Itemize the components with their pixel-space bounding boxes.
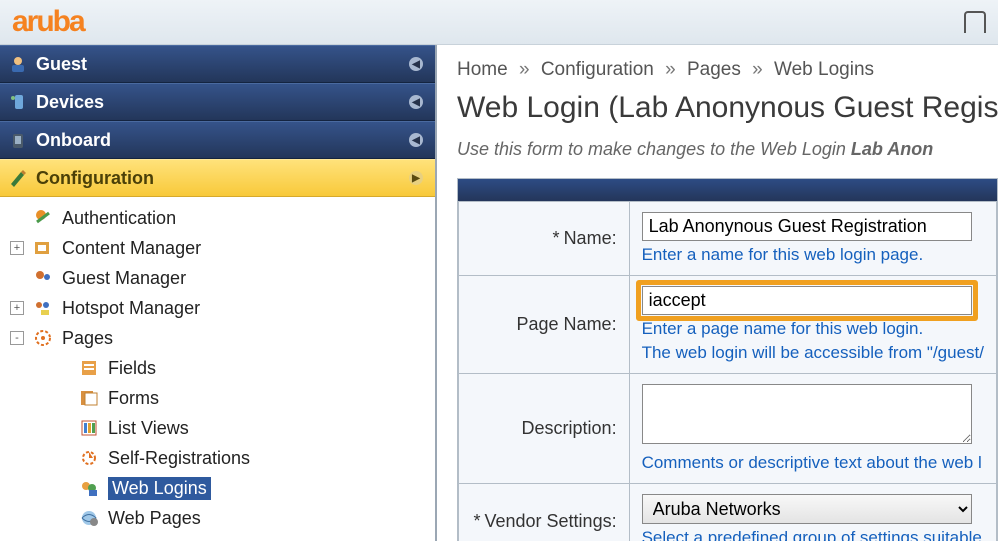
field-label-description: Description:	[459, 374, 630, 484]
auth-icon	[32, 207, 54, 229]
accordion-label: Devices	[36, 92, 104, 113]
chevron-down-icon: ▶	[409, 171, 423, 185]
nav-tree: Authentication + Content Manager Guest M…	[0, 197, 435, 539]
onboard-icon	[8, 130, 28, 150]
header-right-icon	[964, 11, 986, 33]
guest-icon	[8, 54, 28, 74]
breadcrumb-sep: »	[519, 59, 530, 80]
chevron-left-icon: ◀	[409, 133, 423, 147]
accordion-guest[interactable]: Guest ◀	[0, 45, 435, 83]
vendor-select[interactable]: Aruba Networks	[642, 494, 972, 524]
list-icon	[78, 417, 100, 439]
web-logins-icon	[78, 477, 100, 499]
accordion-configuration[interactable]: Configuration ▶	[0, 159, 435, 197]
tree-item-web-logins[interactable]: Web Logins	[4, 473, 435, 503]
accordion-label: Configuration	[36, 168, 154, 189]
form-container: *Name: Enter a name for this web login p…	[457, 178, 998, 541]
tree-item-web-pages[interactable]: Web Pages	[4, 503, 435, 533]
fields-icon	[78, 357, 100, 379]
tree-item-content-manager[interactable]: + Content Manager	[4, 233, 435, 263]
chevron-left-icon: ◀	[409, 57, 423, 71]
tree-expander[interactable]: -	[10, 331, 24, 345]
accordion-label: Guest	[36, 54, 87, 75]
tree-item-list-views[interactable]: List Views	[4, 413, 435, 443]
page-title: Web Login (Lab Anonynous Guest Regist	[457, 91, 998, 125]
sidebar: Guest ◀ Devices ◀ Onboard	[0, 45, 437, 541]
tree-expander	[10, 271, 24, 285]
tree-item-hotspot-manager[interactable]: + Hotspot Manager	[4, 293, 435, 323]
breadcrumb-item[interactable]: Configuration	[541, 59, 654, 80]
tree-expander[interactable]: +	[10, 241, 24, 255]
main-content: Home » Configuration » Pages » Web Login…	[437, 45, 998, 541]
page-description: Use this form to make changes to the Web…	[457, 139, 998, 160]
pencil-icon	[8, 168, 28, 188]
content-icon	[32, 237, 54, 259]
tree-item-authentication[interactable]: Authentication	[4, 203, 435, 233]
breadcrumb-sep: »	[752, 59, 763, 80]
tree-expander	[10, 211, 24, 225]
web-pages-icon	[78, 507, 100, 529]
tree-item-forms[interactable]: Forms	[4, 383, 435, 413]
breadcrumb-item[interactable]: Home	[457, 59, 508, 80]
accordion-devices[interactable]: Devices ◀	[0, 83, 435, 121]
tree-item-self-registrations[interactable]: Self-Registrations	[4, 443, 435, 473]
field-label-vendor: *Vendor Settings:	[459, 484, 630, 541]
brand-logo: aruba	[12, 5, 84, 39]
guest-manager-icon	[32, 267, 54, 289]
helper-text: The web login will be accessible from "/…	[642, 343, 984, 363]
hotspot-icon	[32, 297, 54, 319]
accordion-label: Onboard	[36, 130, 111, 151]
tree-item-fields[interactable]: Fields	[4, 353, 435, 383]
field-label-pagename: Page Name:	[459, 276, 630, 374]
field-label-name: *Name:	[459, 202, 630, 276]
helper-text: Comments or descriptive text about the w…	[642, 453, 984, 473]
breadcrumb-sep: »	[665, 59, 676, 80]
tree-item-pages[interactable]: - Pages	[4, 323, 435, 353]
description-textarea[interactable]	[642, 384, 972, 444]
tree-item-guest-manager[interactable]: Guest Manager	[4, 263, 435, 293]
form-header-bar	[458, 179, 997, 201]
helper-text: Select a predefined group of settings su…	[642, 528, 984, 541]
helper-text: Enter a name for this web login page.	[642, 245, 984, 265]
self-reg-icon	[78, 447, 100, 469]
pages-icon	[32, 327, 54, 349]
helper-text: Enter a page name for this web login.	[642, 319, 984, 339]
pagename-input[interactable]	[642, 286, 972, 315]
devices-icon	[8, 92, 28, 112]
forms-icon	[78, 387, 100, 409]
breadcrumb-item[interactable]: Web Logins	[774, 59, 874, 80]
tree-expander[interactable]: +	[10, 301, 24, 315]
breadcrumb-item[interactable]: Pages	[687, 59, 741, 80]
accordion-onboard[interactable]: Onboard ◀	[0, 121, 435, 159]
name-input[interactable]	[642, 212, 972, 241]
breadcrumb: Home » Configuration » Pages » Web Login…	[457, 59, 998, 81]
chevron-left-icon: ◀	[409, 95, 423, 109]
